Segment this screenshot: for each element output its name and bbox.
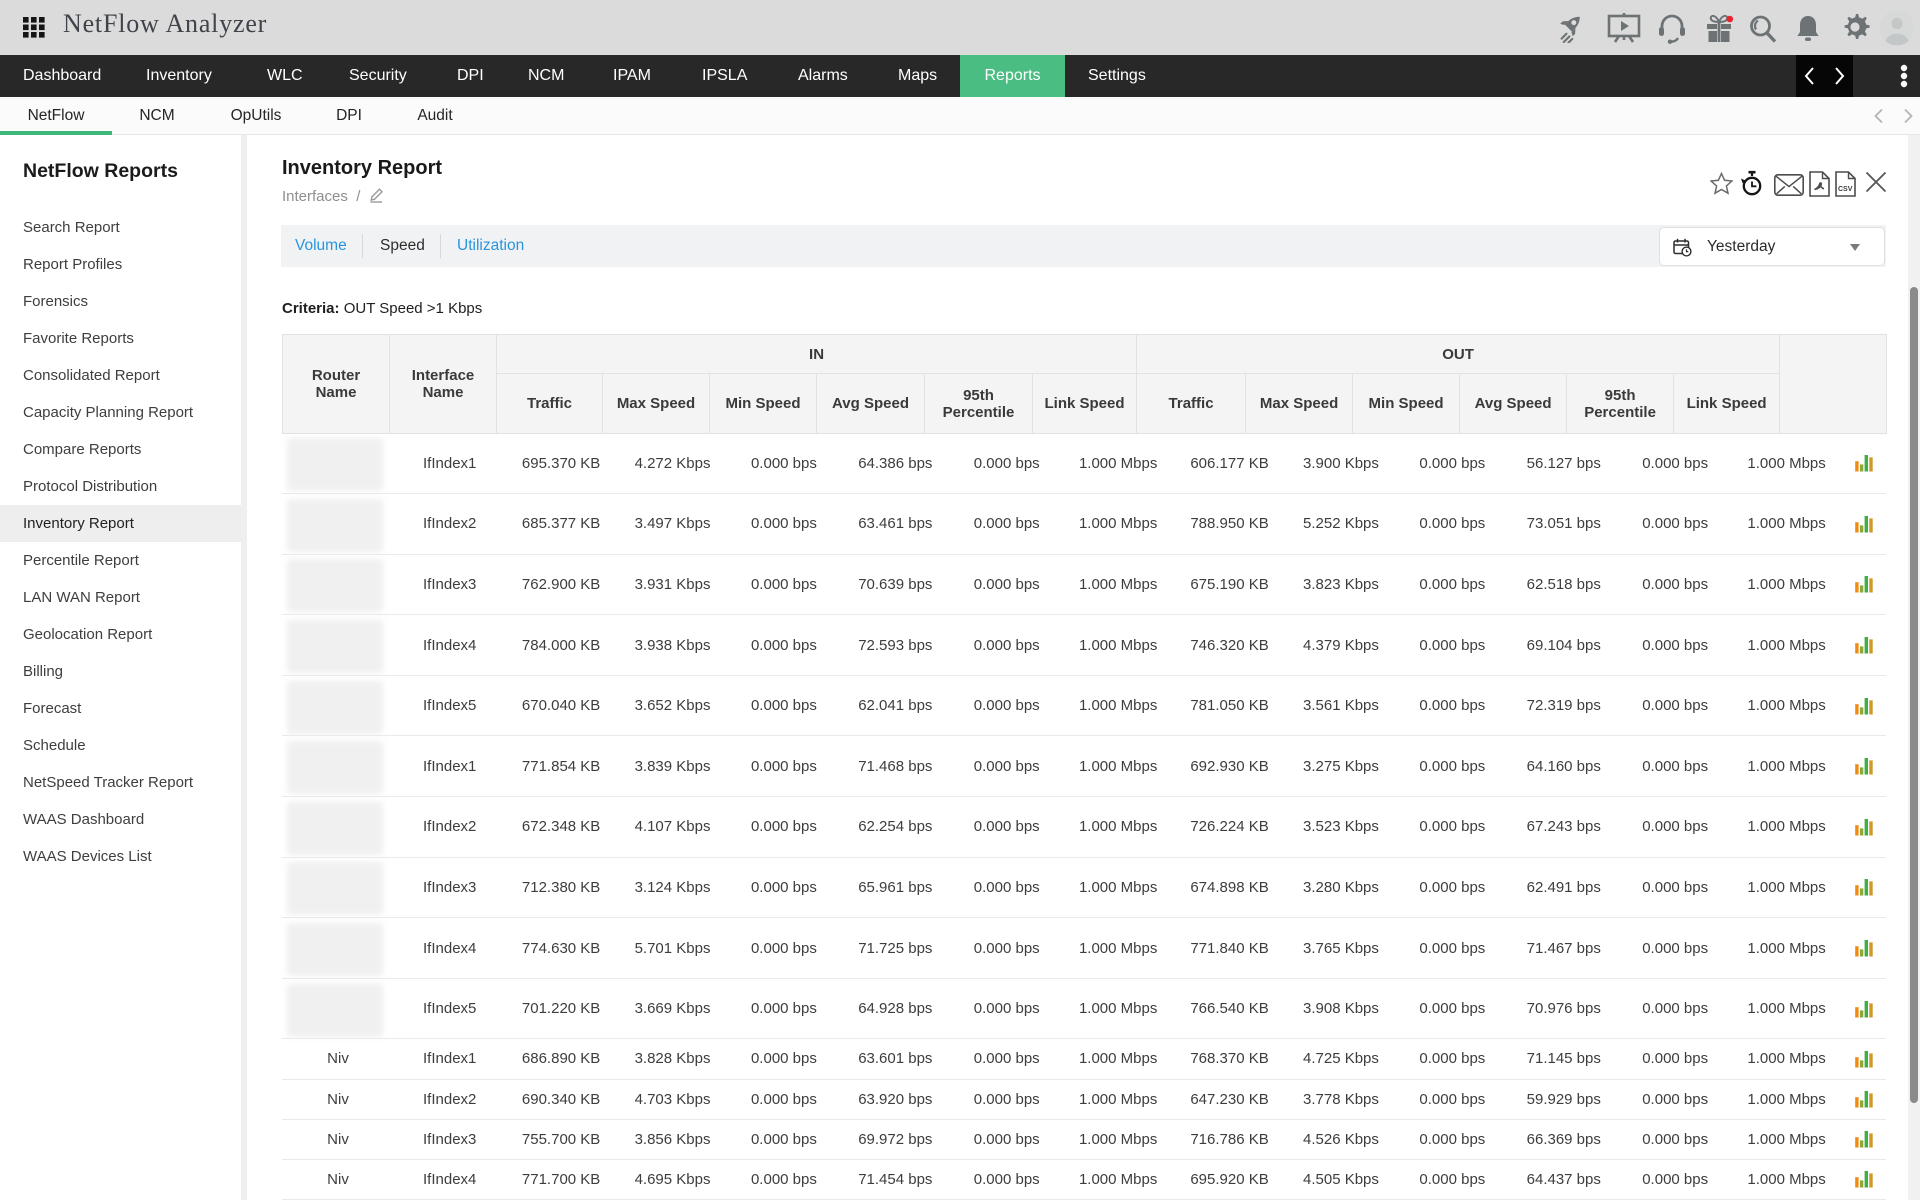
svg-text:CSV: CSV xyxy=(1838,186,1853,193)
